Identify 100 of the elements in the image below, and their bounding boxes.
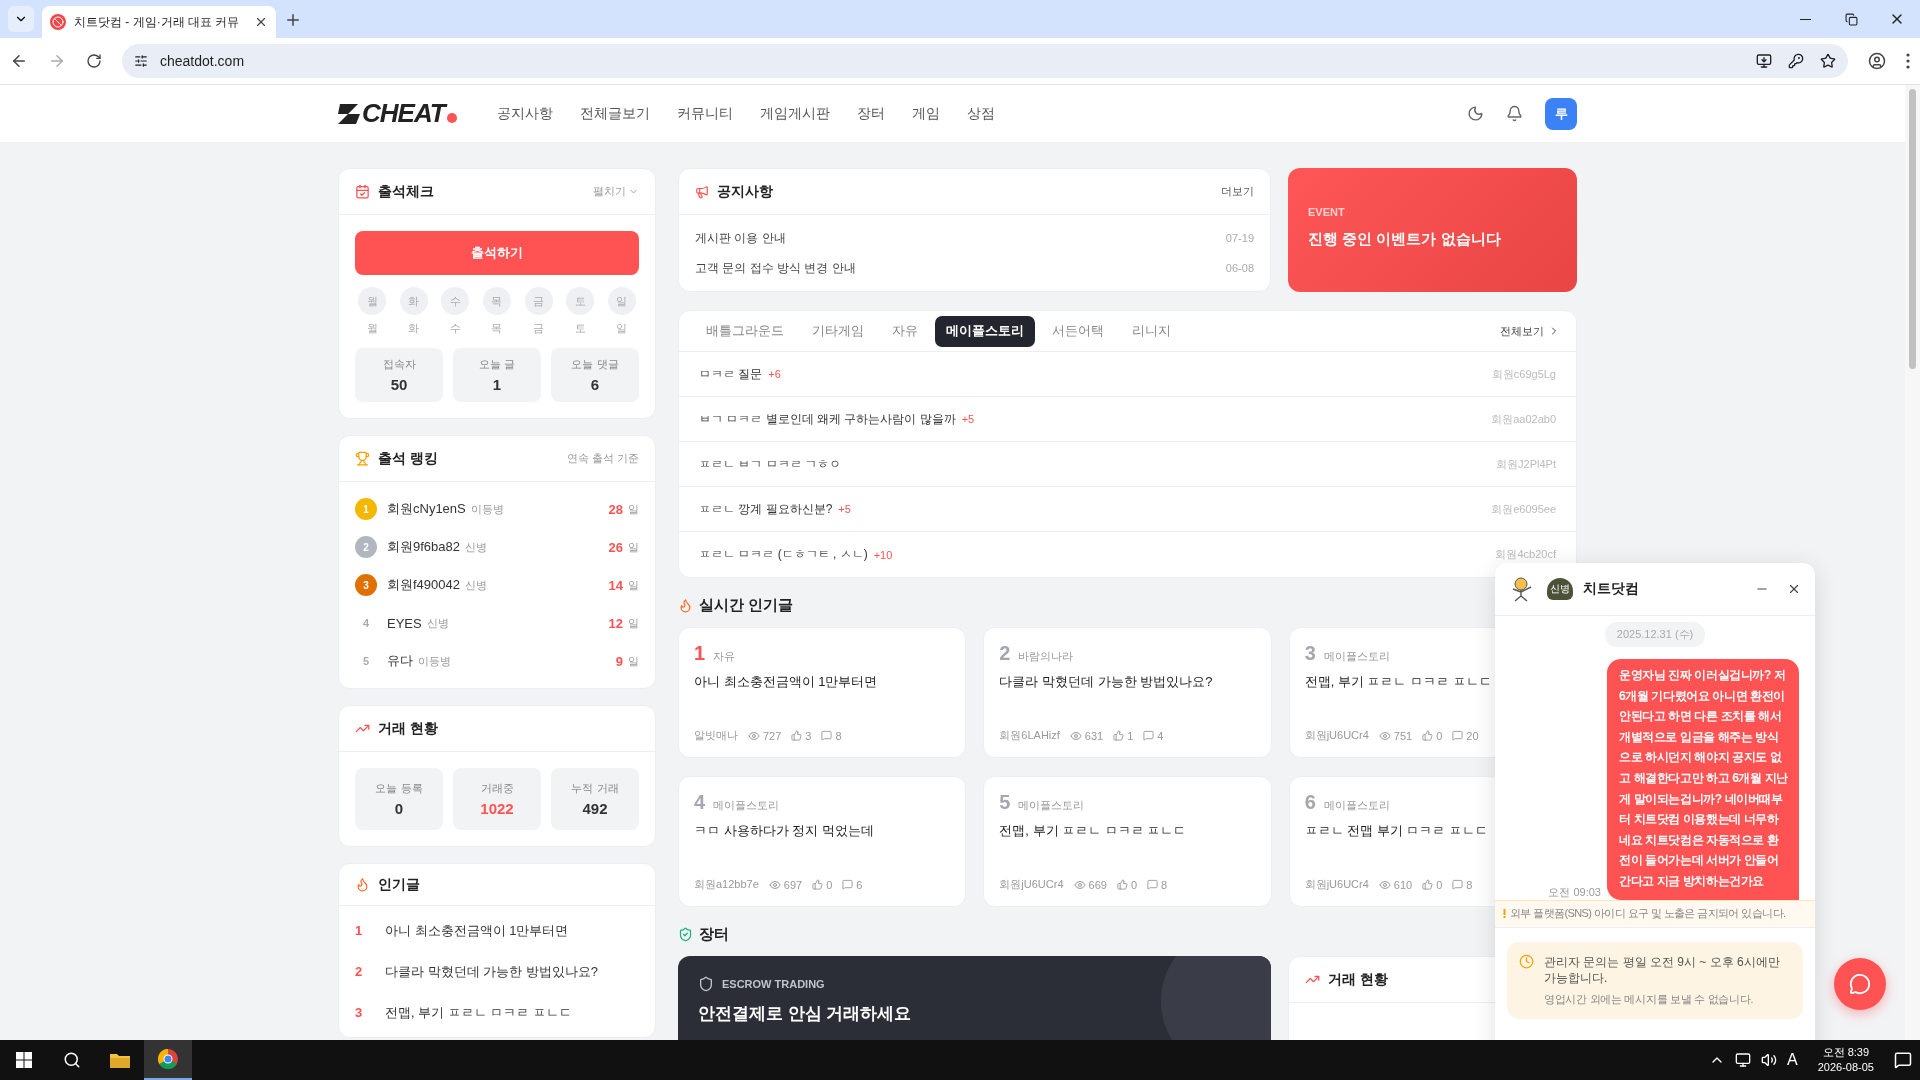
view-all-link[interactable]: 전체보기 (1500, 323, 1560, 339)
address-bar[interactable]: cheatdot.com (122, 44, 1848, 78)
thumbs-up-icon (1113, 730, 1125, 741)
stat-label: 거래중 (480, 781, 514, 796)
view-count: 610 (1393, 878, 1413, 891)
popular-post-card[interactable]: 2 바람의나라 다클라 막혔던데 가능한 방법있나요? 회원6LAHizf 631 1 4 (983, 627, 1272, 758)
reload-button[interactable] (86, 53, 102, 69)
stat-value: 0 (394, 800, 404, 817)
day-circle: 목 (482, 287, 511, 315)
board-tab[interactable]: 배틀그라운드 (695, 315, 795, 347)
card-title: 거래 현황 (1328, 970, 1388, 989)
card-title: 출석 랭킹 (378, 449, 438, 468)
comment-icon (1147, 879, 1158, 890)
key-icon[interactable] (1788, 53, 1804, 69)
install-app-icon[interactable] (1756, 53, 1772, 69)
day-label: 월 (366, 321, 378, 336)
notification-bell-icon[interactable] (1506, 105, 1523, 122)
day-circle: 일 (607, 287, 636, 315)
board-tab[interactable]: 서든어택 (1041, 315, 1115, 347)
browser-tab[interactable]: 치트닷컴 - 게임·거래 대표 커뮤 (42, 6, 276, 38)
popular-post-link[interactable]: 전맵, 부기 ㅍㄹㄴ ㅁㅋㄹ ㅍㄴㄷ (385, 1003, 573, 1022)
popular-post-link[interactable]: 다클라 막혔던데 가능한 방법있나요? (385, 962, 599, 981)
notifications-icon[interactable] (1894, 1051, 1912, 1069)
notice-link[interactable]: 고객 문의 접수 방식 변경 안내 (695, 259, 856, 277)
scrollbar-thumb[interactable] (1909, 89, 1916, 369)
popular-rank: 3 (355, 1005, 364, 1020)
post-author: 회원a12bb7e (694, 877, 759, 892)
post-author: 알빗매나 (694, 728, 738, 743)
comment-count: +5 (838, 503, 851, 515)
nav-link[interactable]: 커뮤니티 (676, 104, 733, 123)
stat-value: 492 (582, 800, 608, 817)
card-title: 출석체크 (378, 182, 434, 201)
bookmark-star-icon[interactable] (1820, 53, 1836, 69)
nav-link[interactable]: 공지사항 (496, 104, 553, 123)
shield-icon (698, 976, 714, 992)
dark-mode-icon[interactable] (1467, 105, 1484, 122)
nav-link[interactable]: 장터 (856, 104, 885, 123)
post-title[interactable]: ㅁㅋㄹ 질문 (699, 365, 763, 383)
day-label: 일 (616, 321, 628, 336)
day-circle: 월 (358, 287, 386, 315)
nav-link[interactable]: 전체글보기 (579, 104, 650, 123)
popular-post-link[interactable]: 아니 최소충전금액이 1만부터면 (385, 921, 569, 940)
close-chat-button[interactable] (1787, 582, 1801, 596)
post-author: 회원jU6UCr4 (1304, 728, 1369, 743)
nav-link[interactable]: 게임게시판 (759, 104, 830, 123)
post-title[interactable]: ㅂㄱ ㅁㅋㄹ 별로인데 왜케 구하는사람이 많을까 (699, 410, 956, 428)
more-link[interactable]: 더보기 (1221, 184, 1254, 199)
post-title[interactable]: ㅍㄹㄴ 깡계 필요하신분? (699, 500, 833, 518)
browser-menu-button[interactable] (1906, 53, 1910, 69)
new-tab-button[interactable] (284, 11, 302, 29)
close-tab-button[interactable] (254, 15, 268, 29)
board-tab[interactable]: 자유 (881, 315, 929, 347)
stat-label: 오늘 등록 (375, 781, 423, 796)
comment-count: 4 (1157, 729, 1164, 742)
popular-post-card[interactable]: 4 메이플스토리 ㅋㅁ 사용하다가 정지 먹었는데 회원a12bb7e 697 0 6 (678, 776, 967, 907)
thumbs-up-icon (791, 730, 803, 741)
rank-number: 4 (361, 617, 371, 629)
reload-icon (86, 53, 102, 69)
rank-number: 5 (361, 655, 371, 667)
back-button[interactable] (10, 52, 28, 70)
chat-button[interactable] (1834, 958, 1886, 1010)
nav-link[interactable]: 상점 (966, 104, 995, 123)
post-author: 회원c69g5Lg (1491, 366, 1556, 382)
event-text: 진행 중인 이벤트가 없습니다 (1308, 230, 1502, 249)
post-author: 회원6LAHizf (999, 728, 1060, 743)
tab-list-button[interactable] (8, 6, 34, 32)
ranking-note: 연속 출석 기준 (566, 451, 639, 466)
site-logo[interactable]: CHEAT (362, 98, 445, 129)
streak-days: 14 (608, 577, 623, 593)
chat-title: 치트닷컴 (1583, 580, 1639, 598)
post-title[interactable]: ㅍㄹㄴ ㅁㅋㄹ (ㄷㅎㄱㅌ , ㅅㄴ) (699, 546, 868, 563)
user-circle-icon (1868, 52, 1886, 70)
message-bubble: 운영자님 진짜 이러실겁니까? 저 6개월 기다렸어요 아니면 환전이 안된다고 하면 다른 조치를 해서 개별적으로 입금을 해주는 방식으로 하시던지 해야지 공지도 없고 해결한다고만 하고 6개월 지난게 말이되는겁니까? 네이버때부터 치트닷컴 이용했는데 너무하네요 치트닷컴은 자동적으로 환전이 들어가는데 서버가 안들어간다고 지금 방치하는건가요 (1607, 659, 1799, 900)
input-method-indicator[interactable]: A (1787, 1051, 1798, 1069)
board-tab[interactable]: 기타게임 (801, 315, 875, 347)
escrow-banner[interactable]: ESCROW TRADING 안전결제로 안심 거래하세요 (678, 956, 1271, 1040)
post-title[interactable]: ㅍㄹㄴ ㅂㄱ ㅁㅋㄹ ㄱㅎㅇ (699, 455, 841, 473)
streak-days: 26 (608, 539, 623, 555)
notice-link[interactable]: 게시판 이용 안내 (695, 229, 786, 247)
day-unit: 일 (628, 539, 639, 555)
post-rank: 6 (1304, 791, 1316, 814)
board-tab[interactable]: 메이플스토리 (935, 315, 1035, 347)
view-count: 669 (1088, 878, 1107, 891)
popular-post-card[interactable]: 5 메이플스토리 전맵, 부기 ㅍㄹㄴ ㅁㅋㄹ ㅍㄴㄷ 회원jU6UCr4 669 0 8 (983, 776, 1272, 907)
user-avatar-button[interactable]: 루 (1545, 97, 1577, 130)
board-tab[interactable]: 리니지 (1121, 315, 1182, 347)
comment-icon (1452, 879, 1464, 890)
card-title: 거래 현황 (378, 719, 438, 738)
network-icon[interactable] (1735, 1052, 1752, 1068)
post-title: ㅋㅁ 사용하다가 정지 먹었는데 (694, 822, 875, 840)
popular-post-card[interactable]: 1 자유 아니 최소충전금액이 1만부터면 알빗매나 727 3 8 (678, 627, 967, 758)
profile-button[interactable] (1868, 52, 1886, 70)
stat-value: 1022 (480, 800, 514, 817)
browser-taskbar-button[interactable] (144, 1040, 192, 1080)
stat-value: 6 (590, 376, 600, 393)
volume-icon[interactable] (1761, 1052, 1778, 1068)
taskbar-clock[interactable]: 오전 8:39 2026-08-05 (1807, 1045, 1884, 1075)
post-title: 아니 최소충전금액이 1만부터면 (694, 673, 879, 691)
nav-link[interactable]: 게임 (911, 104, 940, 123)
streak-days: 28 (608, 501, 623, 517)
